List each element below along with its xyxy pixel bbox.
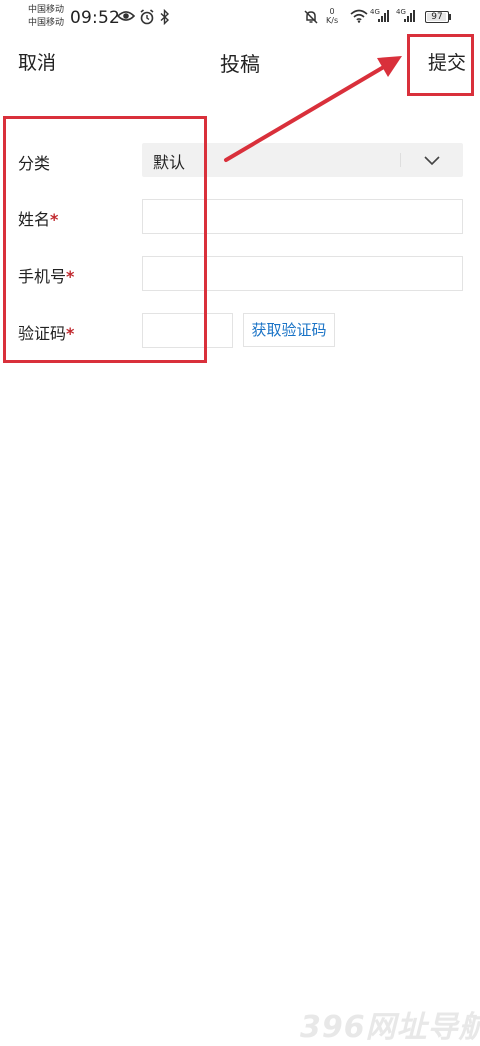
- watermark: 396网址导航: [300, 1010, 480, 1045]
- annotation-arrow: [224, 56, 402, 162]
- get-code-button[interactable]: 获取验证码: [243, 313, 335, 347]
